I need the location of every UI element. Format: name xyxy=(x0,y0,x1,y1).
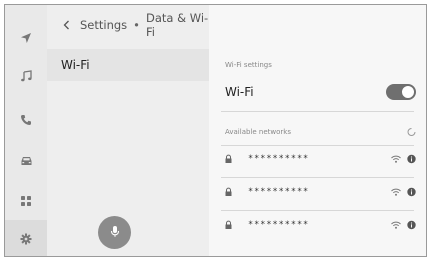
network-name: ********** xyxy=(248,154,310,164)
navigation-icon xyxy=(20,32,32,44)
lock-icon xyxy=(225,220,232,230)
network-row[interactable]: ********** xyxy=(209,208,426,242)
menu-item-label: Wi-Fi xyxy=(61,58,90,72)
wifi-label: Wi-Fi xyxy=(225,85,254,99)
car-icon xyxy=(20,155,33,167)
rail-item-music[interactable] xyxy=(5,57,47,95)
wifi-signal-icon xyxy=(391,221,401,229)
lock-icon xyxy=(225,154,232,164)
available-networks-heading: Available networks xyxy=(225,128,291,136)
wifi-toggle[interactable] xyxy=(386,84,416,100)
network-row[interactable]: ********** xyxy=(209,142,426,176)
rail-item-phone[interactable] xyxy=(5,101,47,139)
music-icon xyxy=(20,70,32,82)
breadcrumb: Settings • Data & Wi-Fi xyxy=(47,5,209,45)
rail-item-settings[interactable] xyxy=(5,220,47,256)
network-name: ********** xyxy=(248,220,310,230)
wifi-toggle-row[interactable]: Wi-Fi xyxy=(209,75,426,109)
network-name: ********** xyxy=(248,187,310,197)
menu-item-wifi[interactable]: Wi-Fi xyxy=(47,49,209,81)
divider xyxy=(221,111,414,112)
toggle-knob xyxy=(401,85,415,99)
rail-item-apps[interactable] xyxy=(5,182,47,220)
menu-pane: Settings • Data & Wi-Fi Wi-Fi xyxy=(47,5,209,256)
breadcrumb-parent[interactable]: Settings xyxy=(80,18,127,32)
lock-icon xyxy=(225,187,232,197)
chevron-left-icon[interactable] xyxy=(63,20,70,30)
info-icon[interactable] xyxy=(407,187,416,197)
info-icon[interactable] xyxy=(407,220,416,230)
loading-spinner-icon xyxy=(407,128,416,137)
apps-icon xyxy=(20,195,32,207)
breadcrumb-separator: • xyxy=(133,18,140,32)
microphone-icon xyxy=(110,223,120,242)
network-row[interactable]: ********** xyxy=(209,175,426,209)
wifi-signal-icon xyxy=(391,188,401,196)
wifi-signal-icon xyxy=(391,155,401,163)
settings-pane: Wi-Fi settings Wi-Fi Available networks … xyxy=(209,5,426,256)
rail-item-navigation[interactable] xyxy=(5,19,47,57)
wifi-settings-heading: Wi-Fi settings xyxy=(225,61,272,69)
breadcrumb-current: Data & Wi-Fi xyxy=(145,11,209,39)
voice-button[interactable] xyxy=(98,216,131,249)
rail-item-vehicle[interactable] xyxy=(5,142,47,180)
phone-icon xyxy=(20,114,32,126)
side-rail xyxy=(5,5,47,256)
app-window: Settings • Data & Wi-Fi Wi-Fi Wi-Fi sett… xyxy=(4,4,427,257)
info-icon[interactable] xyxy=(407,154,416,164)
gear-icon xyxy=(20,233,32,245)
